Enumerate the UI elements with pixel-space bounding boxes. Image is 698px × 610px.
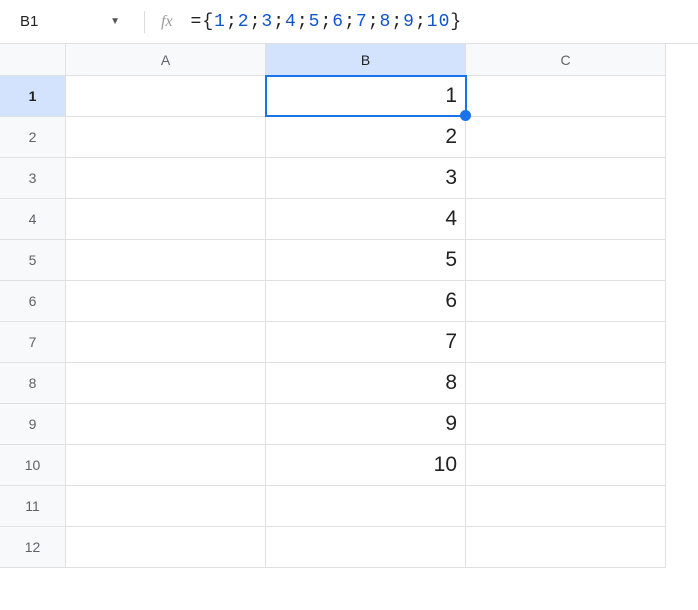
name-box[interactable]: B1 ▼ (8, 13, 128, 30)
dropdown-icon[interactable]: ▼ (110, 16, 120, 27)
cell-c1[interactable] (466, 76, 666, 117)
formula-input[interactable]: ={1;2;3;4;5;6;7;8;9;10} (191, 12, 463, 32)
row-header-10[interactable]: 10 (0, 445, 66, 486)
cell-c4[interactable] (466, 199, 666, 240)
cell-a5[interactable] (66, 240, 266, 281)
cell-a1[interactable] (66, 76, 266, 117)
column-header-c[interactable]: C (466, 44, 666, 76)
row-header-11[interactable]: 11 (0, 486, 66, 527)
cell-c10[interactable] (466, 445, 666, 486)
row-header-7[interactable]: 7 (0, 322, 66, 363)
cell-c2[interactable] (466, 117, 666, 158)
cell-b12[interactable] (266, 527, 466, 568)
row-header-4[interactable]: 4 (0, 199, 66, 240)
cell-b11[interactable] (266, 486, 466, 527)
separator (144, 11, 145, 33)
column-header-a[interactable]: A (66, 44, 266, 76)
row-header-3[interactable]: 3 (0, 158, 66, 199)
cell-b5[interactable]: 5 (266, 240, 466, 281)
cell-b1[interactable]: 1 (265, 75, 467, 117)
cell-c9[interactable] (466, 404, 666, 445)
row-header-2[interactable]: 2 (0, 117, 66, 158)
cell-c5[interactable] (466, 240, 666, 281)
name-box-value: B1 (20, 13, 38, 30)
cell-c11[interactable] (466, 486, 666, 527)
column-header-b[interactable]: B (266, 44, 466, 76)
cell-a8[interactable] (66, 363, 266, 404)
row-header-1[interactable]: 1 (0, 76, 66, 117)
cell-b2[interactable]: 2 (266, 117, 466, 158)
cell-b9[interactable]: 9 (266, 404, 466, 445)
cell-a3[interactable] (66, 158, 266, 199)
fill-handle[interactable] (460, 110, 471, 121)
formula-bar: B1 ▼ fx ={1;2;3;4;5;6;7;8;9;10} (0, 0, 698, 44)
cell-b4[interactable]: 4 (266, 199, 466, 240)
cell-a2[interactable] (66, 117, 266, 158)
cell-a6[interactable] (66, 281, 266, 322)
cell-a10[interactable] (66, 445, 266, 486)
select-all-corner[interactable] (0, 44, 66, 76)
cell-c8[interactable] (466, 363, 666, 404)
row-header-9[interactable]: 9 (0, 404, 66, 445)
cell-c7[interactable] (466, 322, 666, 363)
spreadsheet-grid: ABC11223344556677889910101112 (0, 44, 698, 568)
cell-b6[interactable]: 6 (266, 281, 466, 322)
cell-c6[interactable] (466, 281, 666, 322)
cell-a4[interactable] (66, 199, 266, 240)
cell-b7[interactable]: 7 (266, 322, 466, 363)
cell-a11[interactable] (66, 486, 266, 527)
cell-c12[interactable] (466, 527, 666, 568)
row-header-8[interactable]: 8 (0, 363, 66, 404)
cell-a7[interactable] (66, 322, 266, 363)
cell-b3[interactable]: 3 (266, 158, 466, 199)
cell-a12[interactable] (66, 527, 266, 568)
cell-b8[interactable]: 8 (266, 363, 466, 404)
row-header-6[interactable]: 6 (0, 281, 66, 322)
fx-icon: fx (161, 13, 173, 31)
cell-c3[interactable] (466, 158, 666, 199)
cell-b10[interactable]: 10 (266, 445, 466, 486)
row-header-12[interactable]: 12 (0, 527, 66, 568)
cell-a9[interactable] (66, 404, 266, 445)
row-header-5[interactable]: 5 (0, 240, 66, 281)
